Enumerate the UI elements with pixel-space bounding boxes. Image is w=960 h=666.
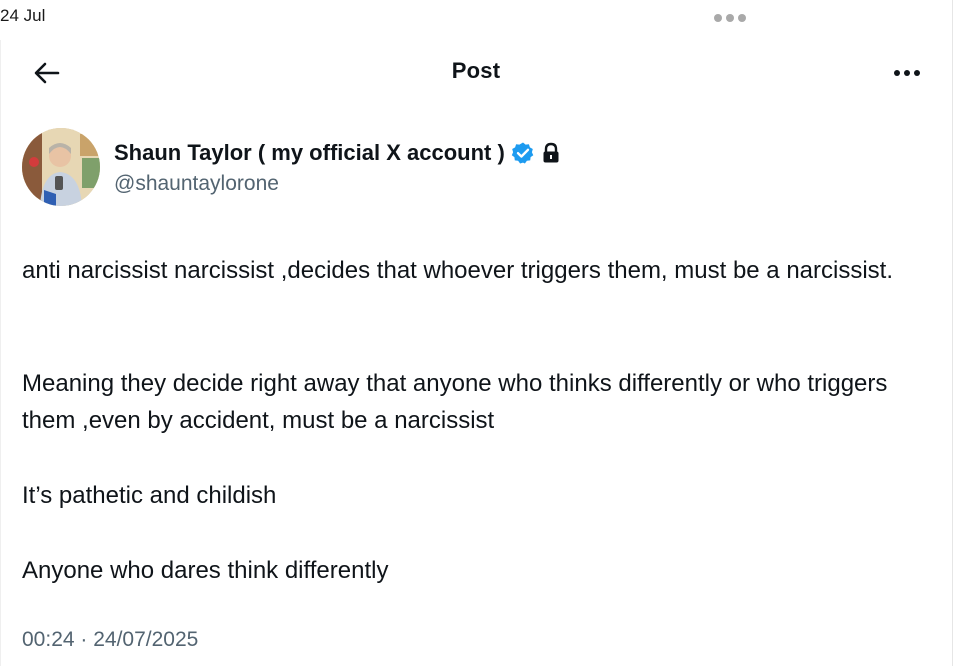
lock-icon — [543, 142, 559, 163]
display-name[interactable]: Shaun Taylor ( my official X account ) — [114, 140, 505, 166]
post-timestamp[interactable]: 00:24 · 24/07/2025 — [22, 628, 198, 652]
post-paragraph: anti narcissist narcissist ,decides that… — [22, 257, 894, 284]
post-paragraph: It’s pathetic and childish — [22, 482, 277, 509]
post-header: Post — [0, 48, 952, 98]
more-dot-icon — [904, 70, 910, 76]
display-name-row: Shaun Taylor ( my official X account ) — [114, 140, 561, 166]
user-handle[interactable]: @shauntaylorone — [114, 172, 279, 196]
more-options-button[interactable] — [890, 60, 924, 86]
left-divider — [0, 40, 1, 666]
status-bar-date: 24 Jul — [0, 6, 46, 25]
avatar[interactable] — [22, 128, 100, 206]
post-author: Shaun Taylor ( my official X account ) @… — [22, 128, 922, 210]
page-title: Post — [451, 58, 501, 83]
post-paragraph: Meaning they decide right away that anyo… — [22, 370, 888, 434]
verified-badge-icon — [511, 142, 534, 164]
more-dot-icon — [894, 70, 900, 76]
post-paragraph: Anyone who dares think differently — [22, 557, 389, 584]
more-dot-icon — [914, 70, 920, 76]
right-divider — [952, 0, 953, 666]
avatar-photo — [22, 128, 100, 206]
multitask-dots-icon[interactable] — [714, 14, 746, 22]
